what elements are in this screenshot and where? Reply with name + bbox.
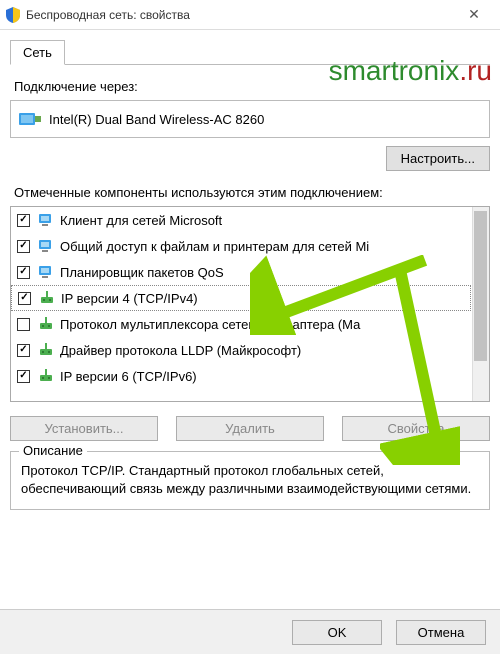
checkbox[interactable] (18, 292, 31, 305)
checkbox[interactable] (17, 266, 30, 279)
install-button[interactable]: Установить... (10, 416, 158, 441)
adapter-name: Intel(R) Dual Band Wireless-AC 8260 (49, 112, 264, 127)
checkbox[interactable] (17, 344, 30, 357)
component-label: Драйвер протокола LLDP (Майкрософт) (60, 343, 301, 358)
network-protocol-icon (38, 315, 60, 334)
components-list[interactable]: Клиент для сетей Microsoft Общий доступ к… (10, 206, 490, 402)
checkbox[interactable] (17, 240, 30, 253)
component-row[interactable]: Клиент для сетей Microsoft (11, 207, 489, 233)
ok-button[interactable]: OK (292, 620, 382, 645)
components-label: Отмеченные компоненты используются этим … (14, 185, 486, 200)
network-protocol-icon (39, 289, 61, 308)
checkbox[interactable] (17, 214, 30, 227)
adapter-box: Intel(R) Dual Band Wireless-AC 8260 (10, 100, 490, 138)
scrollbar[interactable] (472, 207, 489, 401)
configure-button[interactable]: Настроить... (386, 146, 490, 171)
monitor-icon (38, 237, 60, 256)
component-label: Планировщик пакетов QoS (60, 265, 224, 280)
component-row[interactable]: Планировщик пакетов QoS (11, 259, 489, 285)
watermark: smartronix.ru (329, 55, 492, 87)
description-text: Протокол TCP/IP. Стандартный протокол гл… (21, 462, 479, 497)
remove-button[interactable]: Удалить (176, 416, 324, 441)
component-row[interactable]: IP версии 6 (TCP/IPv6) (11, 363, 489, 389)
monitor-icon (38, 263, 60, 282)
titlebar: Беспроводная сеть: свойства ✕ (0, 0, 500, 30)
cancel-button[interactable]: Отмена (396, 620, 486, 645)
network-protocol-icon (38, 367, 60, 386)
close-icon[interactable]: ✕ (454, 6, 494, 23)
component-label: Общий доступ к файлам и принтерам для се… (60, 239, 369, 254)
description-legend: Описание (19, 443, 87, 458)
checkbox[interactable] (17, 370, 30, 383)
window-title: Беспроводная сеть: свойства (26, 8, 454, 22)
monitor-icon (38, 211, 60, 230)
component-row[interactable]: Драйвер протокола LLDP (Майкрософт) (11, 337, 489, 363)
component-row[interactable]: Общий доступ к файлам и принтерам для се… (11, 233, 489, 259)
component-row[interactable]: Протокол мультиплексора сетевого адаптер… (11, 311, 489, 337)
component-row[interactable]: IP версии 4 (TCP/IPv4) (11, 285, 471, 311)
network-adapter-icon (19, 110, 41, 128)
description-group: Описание Протокол TCP/IP. Стандартный пр… (10, 451, 490, 510)
scroll-thumb[interactable] (474, 211, 487, 361)
dialog-footer: OK Отмена (0, 609, 500, 654)
component-label: Клиент для сетей Microsoft (60, 213, 222, 228)
properties-button[interactable]: Свойства (342, 416, 490, 441)
component-label: IP версии 4 (TCP/IPv4) (61, 291, 198, 306)
checkbox[interactable] (17, 318, 30, 331)
shield-icon (6, 7, 20, 23)
component-label: Протокол мультиплексора сетевого адаптер… (60, 317, 360, 332)
component-label: IP версии 6 (TCP/IPv6) (60, 369, 197, 384)
network-protocol-icon (38, 341, 60, 360)
tab-network[interactable]: Сеть (10, 40, 65, 65)
